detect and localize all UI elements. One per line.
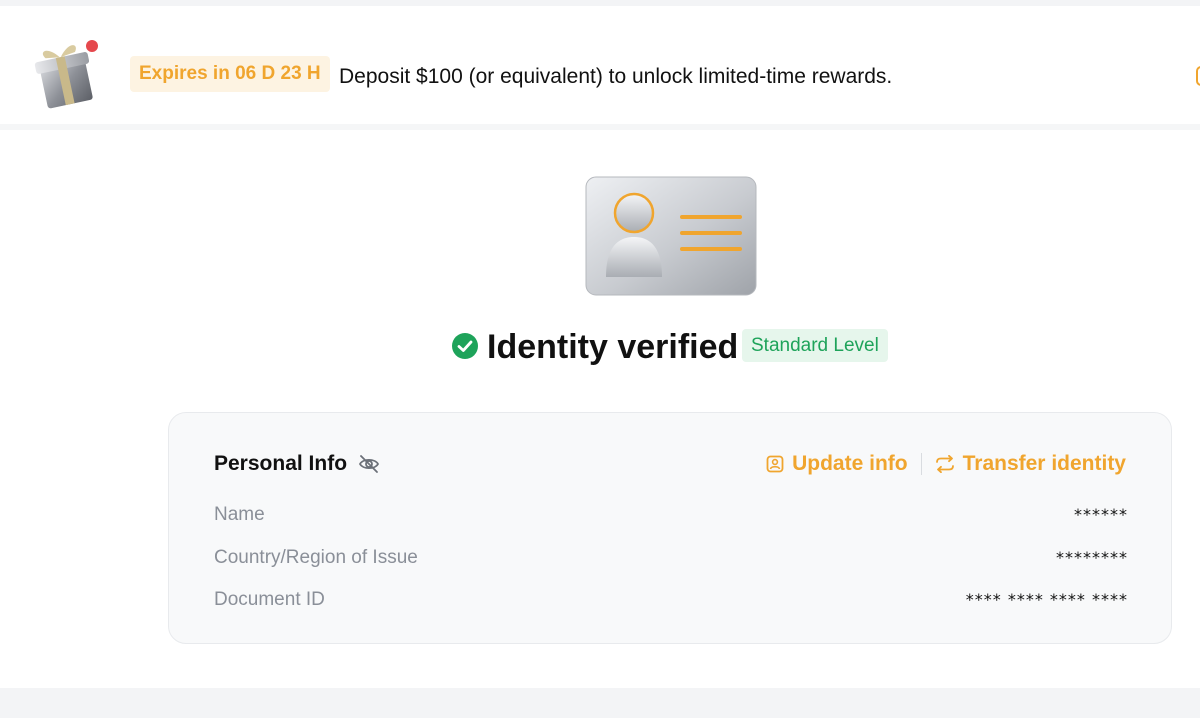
country-label: Country/Region of Issue	[214, 547, 418, 568]
personal-info-title: Personal Info	[214, 452, 348, 475]
info-actions: Update info Transfer identity	[766, 449, 1126, 479]
transfer-arrows-icon	[935, 455, 954, 473]
document-id-label: Document ID	[214, 589, 325, 610]
level-badge: Standard Level	[742, 329, 888, 362]
banner-arrow-icon[interactable]	[1196, 66, 1200, 86]
name-value: ******	[1074, 505, 1128, 524]
update-info-button[interactable]: Update info	[766, 452, 908, 476]
id-badge-icon	[766, 455, 784, 473]
bottom-divider	[0, 688, 1200, 718]
name-label: Name	[214, 504, 265, 525]
id-card-icon	[585, 176, 757, 296]
update-info-label: Update info	[792, 452, 908, 475]
promo-banner[interactable]: Expires in 06 D 23 H Deposit $100 (or eq…	[0, 6, 1200, 130]
actions-divider	[920, 453, 922, 475]
info-row-country: Country/Region of Issue ********	[214, 544, 1128, 572]
country-value: ********	[1056, 548, 1128, 567]
transfer-identity-button[interactable]: Transfer identity	[935, 452, 1126, 476]
personal-info-card: Personal Info Update info Transfer ident…	[168, 412, 1172, 644]
gift-icon	[34, 40, 98, 109]
promo-message[interactable]: Deposit $100 (or equivalent) to unlock l…	[339, 62, 892, 92]
check-circle-icon	[452, 333, 478, 359]
eye-off-icon[interactable]	[358, 454, 380, 474]
verification-title: Identity verified	[487, 328, 739, 366]
info-row-document-id: Document ID **** **** **** ****	[214, 586, 1128, 614]
document-id-value: **** **** **** ****	[965, 590, 1128, 609]
info-row-name: Name ******	[214, 501, 1128, 529]
transfer-identity-label: Transfer identity	[962, 452, 1126, 475]
expiry-badge: Expires in 06 D 23 H	[130, 56, 330, 92]
verification-status: Identity verified Standard Level	[0, 325, 1200, 371]
